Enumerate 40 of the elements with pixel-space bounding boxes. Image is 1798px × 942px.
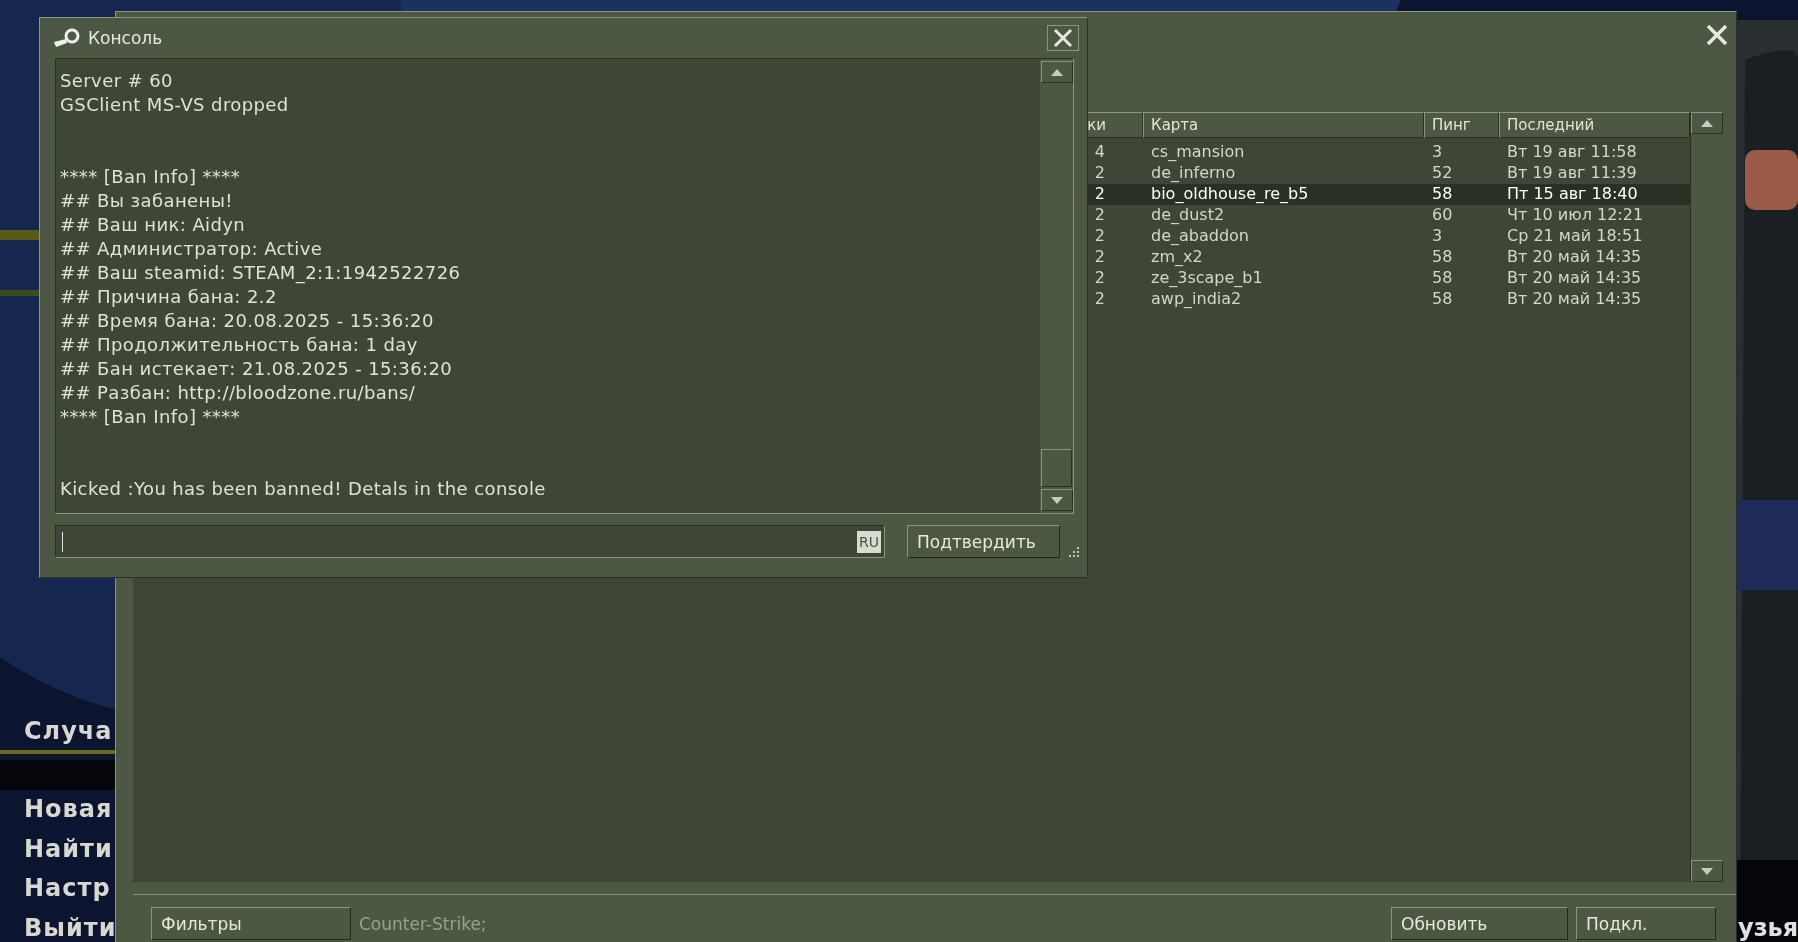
close-icon[interactable] [1047, 25, 1079, 51]
command-input[interactable]: RU [55, 525, 885, 558]
column-header[interactable]: Последний [1499, 112, 1690, 138]
scroll-up-icon[interactable] [1041, 61, 1073, 83]
menu-item[interactable]: Новая [24, 795, 113, 823]
scroll-thumb[interactable] [1041, 449, 1072, 487]
menu-item[interactable]: Случа [24, 717, 113, 745]
steam-logo-icon [52, 28, 80, 48]
console-line: GSClient MS-VS dropped [60, 93, 290, 117]
menu-item[interactable]: Найти [24, 834, 113, 863]
scrollbar[interactable] [1040, 59, 1073, 513]
language-indicator: RU [857, 530, 881, 553]
console-line: ## Ваш steamid: STEAM_2:1:1942522726 [60, 261, 462, 285]
column-header[interactable]: Пинг [1424, 112, 1499, 138]
console-line: ## Администратор: Active [60, 237, 324, 261]
resize-grip-icon[interactable] [1068, 545, 1080, 558]
refresh-button[interactable]: Обновить [1391, 907, 1568, 940]
console-line: ## Продолжительность бана: 1 day [60, 333, 419, 357]
console-line: **** [Ban Info] **** [60, 165, 242, 189]
scroll-down-icon[interactable] [1041, 489, 1073, 511]
console-line: Server # 60 [60, 69, 174, 93]
console-line: Kicked :You has been banned! Detals in the console [60, 477, 547, 501]
console-line: ## Вы забанены! [60, 189, 234, 213]
submit-button[interactable]: Подтвердить [907, 525, 1060, 558]
scrollbar[interactable] [1690, 112, 1723, 882]
console-line: ## Ваш ник: Aidyn [60, 213, 247, 237]
console-line: ## Причина бана: 2.2 [60, 285, 278, 309]
console-line: **** [Ban Info] **** [60, 405, 242, 429]
console-line: ## Бан истекает: 21.08.2025 - 15:36:20 [60, 357, 454, 381]
filters-button[interactable]: Фильтры [151, 907, 351, 940]
connect-button[interactable]: Подкл. [1576, 907, 1716, 940]
column-header[interactable]: Карта [1143, 112, 1424, 138]
window-title: Консоль [88, 28, 163, 48]
scroll-down-icon[interactable] [1691, 860, 1723, 882]
filter-summary: Counter-Strike; [359, 913, 487, 934]
console-line: ## Разбан: http://bloodzone.ru/bans/ [60, 381, 417, 405]
scroll-up-icon[interactable] [1691, 112, 1723, 134]
menu-item[interactable]: Выйти [24, 913, 117, 942]
console-line: ## Время бана: 20.08.2025 - 15:36:20 [60, 309, 435, 333]
menu-item[interactable]: Настр [24, 874, 111, 902]
